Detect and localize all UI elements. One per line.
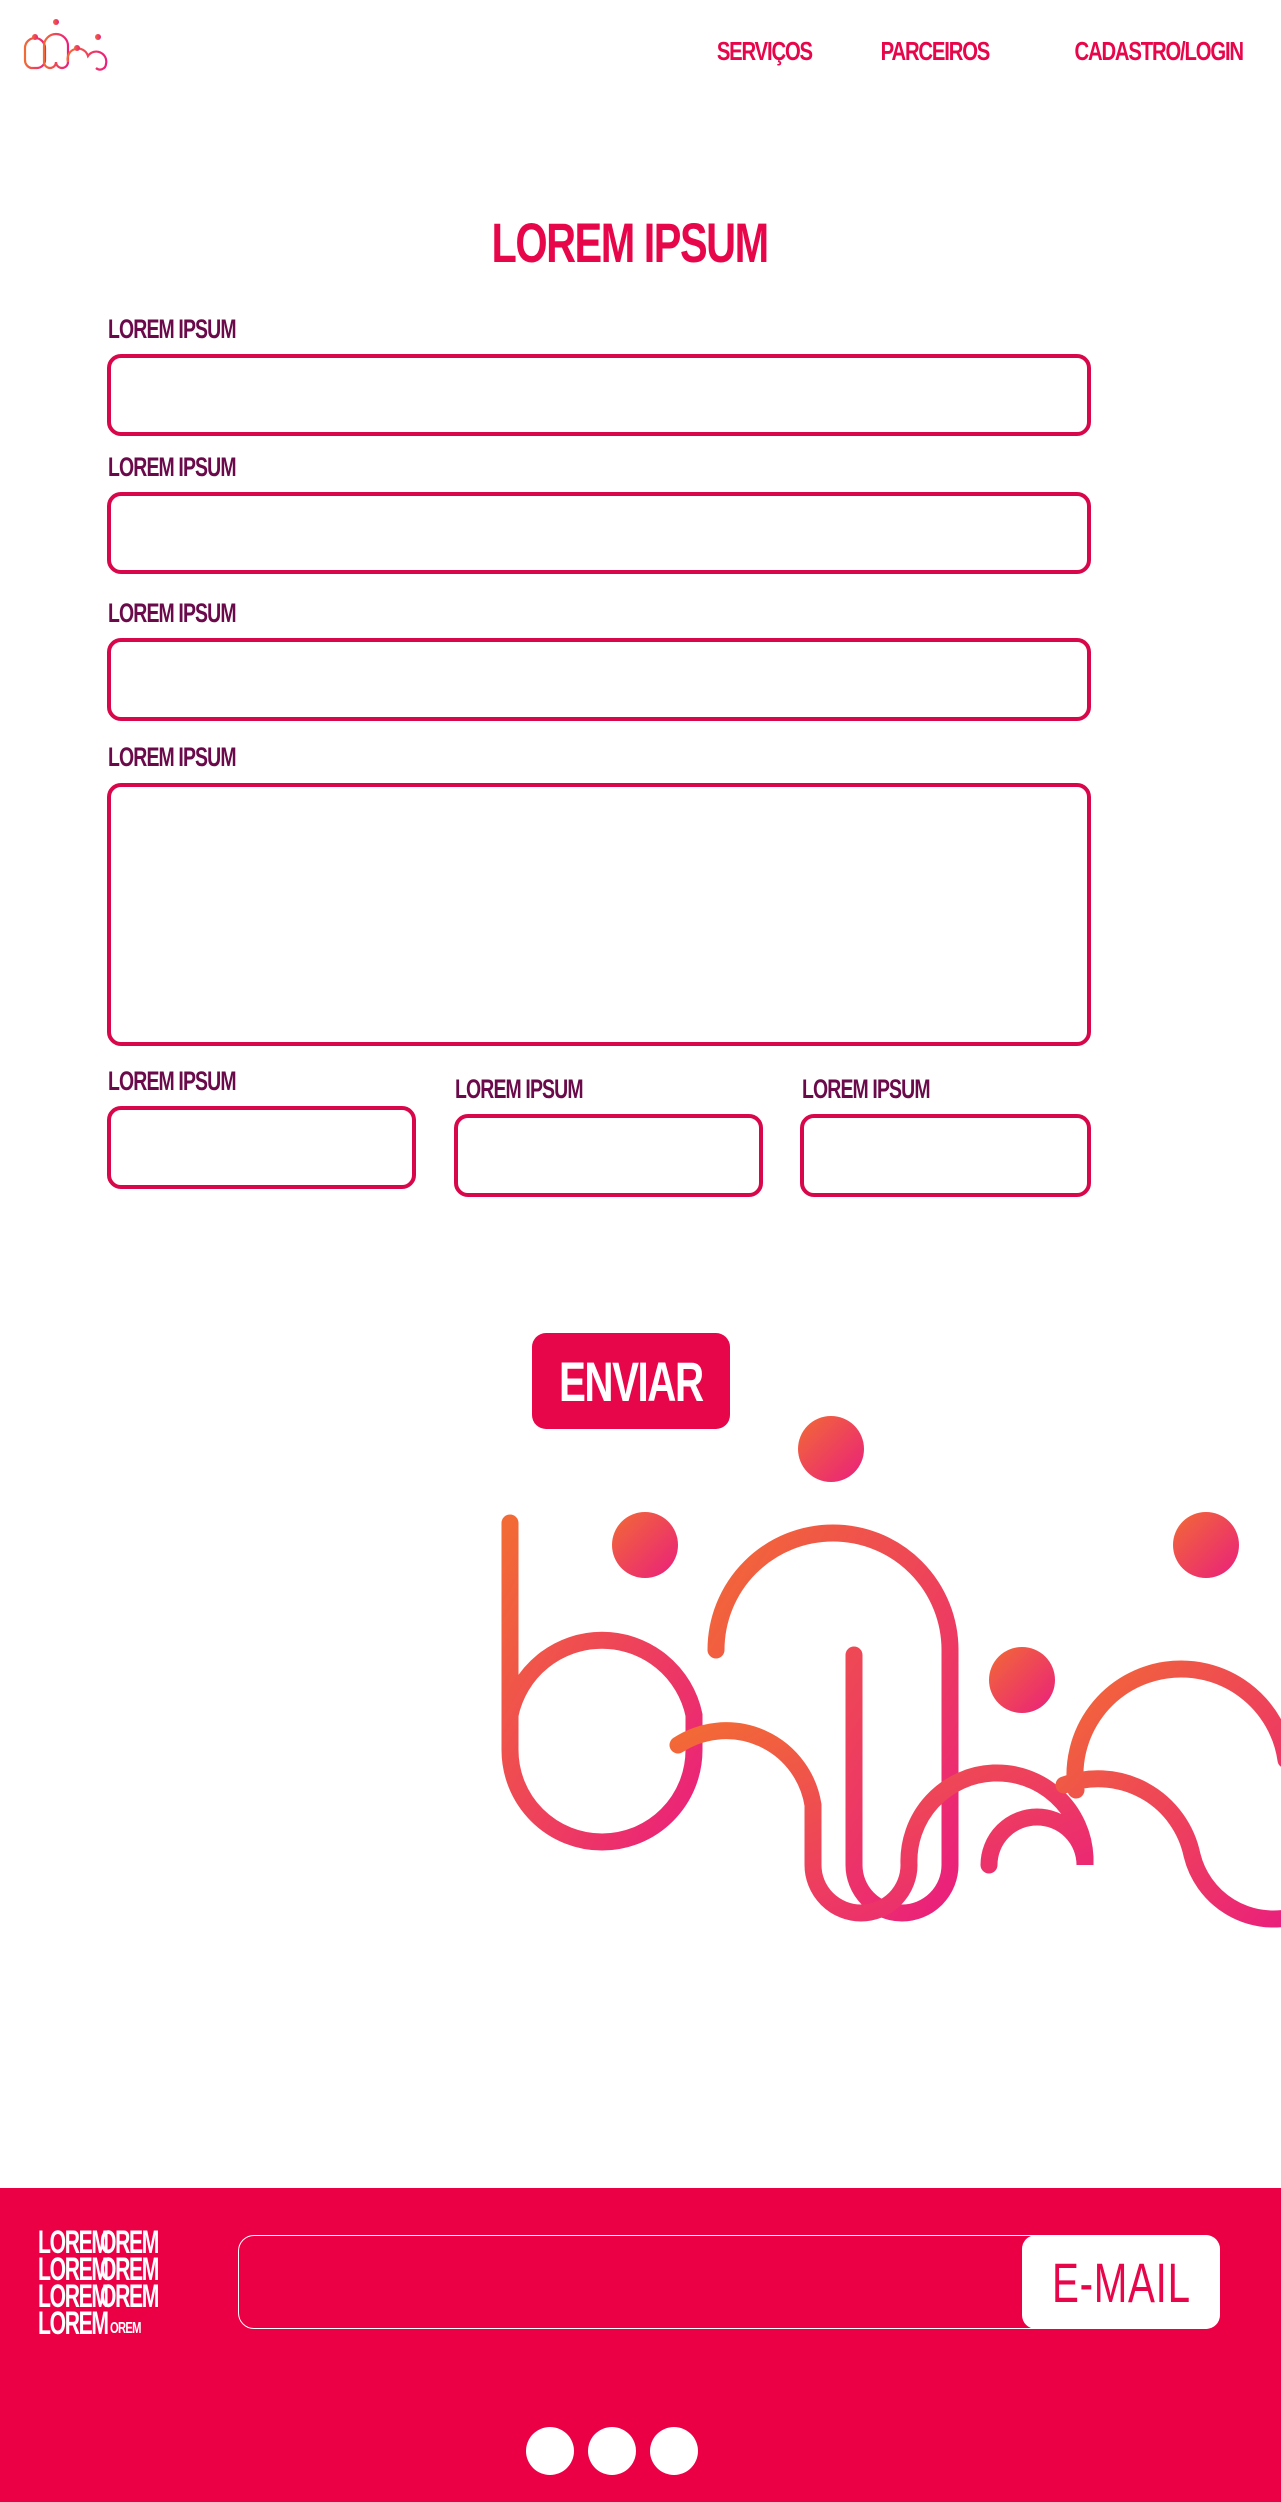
footer-logo-text: LOREM <box>38 2305 109 2341</box>
nav-link-cadastro-login[interactable]: CADASTRO/LOGIN <box>1075 36 1245 67</box>
footer-logo-text: OREM <box>100 2278 159 2314</box>
email-signup: E-MAIL <box>238 2235 1220 2329</box>
people-logo-icon[interactable] <box>22 16 108 72</box>
field-label-2: LOREM IPSUM <box>108 452 237 482</box>
form-title-text: LOREM IPSUM <box>491 211 769 274</box>
text-field-5[interactable] <box>107 1106 416 1189</box>
social-links <box>526 2427 698 2475</box>
social-icon-1[interactable] <box>526 2427 574 2475</box>
email-input[interactable] <box>239 2236 1019 2327</box>
text-field-3[interactable] <box>107 638 1091 721</box>
social-icon-2[interactable] <box>588 2427 636 2475</box>
footer-logo-text: OREM <box>110 2320 142 2337</box>
submit-button-label: ENVIAR <box>559 1349 704 1413</box>
text-field-1[interactable] <box>107 354 1091 436</box>
nav-link-parceiros[interactable]: PARCEIROS <box>881 36 991 67</box>
field-label-3: LOREM IPSUM <box>108 598 237 628</box>
people-illustration-icon <box>501 1416 1281 1928</box>
field-label-6: LOREM IPSUM <box>455 1074 584 1104</box>
main-nav: SERVIÇOS PARCEIROS CADASTRO/LOGIN <box>690 34 1245 68</box>
footer-logo: LOREM OREM LOREM OREM LOREM OREM LOREM O… <box>38 2226 198 2346</box>
field-label-7: LOREM IPSUM <box>802 1074 931 1104</box>
field-label-4: LOREM IPSUM <box>108 742 237 772</box>
text-field-7[interactable] <box>800 1114 1091 1197</box>
text-field-2[interactable] <box>107 492 1091 574</box>
social-icon-3[interactable] <box>650 2427 698 2475</box>
email-button[interactable]: E-MAIL <box>1022 2235 1220 2329</box>
email-button-label: E-MAIL <box>1051 2250 1191 2314</box>
field-label-5: LOREM IPSUM <box>108 1066 237 1096</box>
field-label-1: LOREM IPSUM <box>108 314 237 344</box>
form-title: LOREM IPSUM <box>0 210 1259 275</box>
text-field-6[interactable] <box>454 1114 763 1197</box>
message-textarea[interactable] <box>107 783 1091 1046</box>
nav-link-servicos[interactable]: SERVIÇOS <box>717 36 813 67</box>
